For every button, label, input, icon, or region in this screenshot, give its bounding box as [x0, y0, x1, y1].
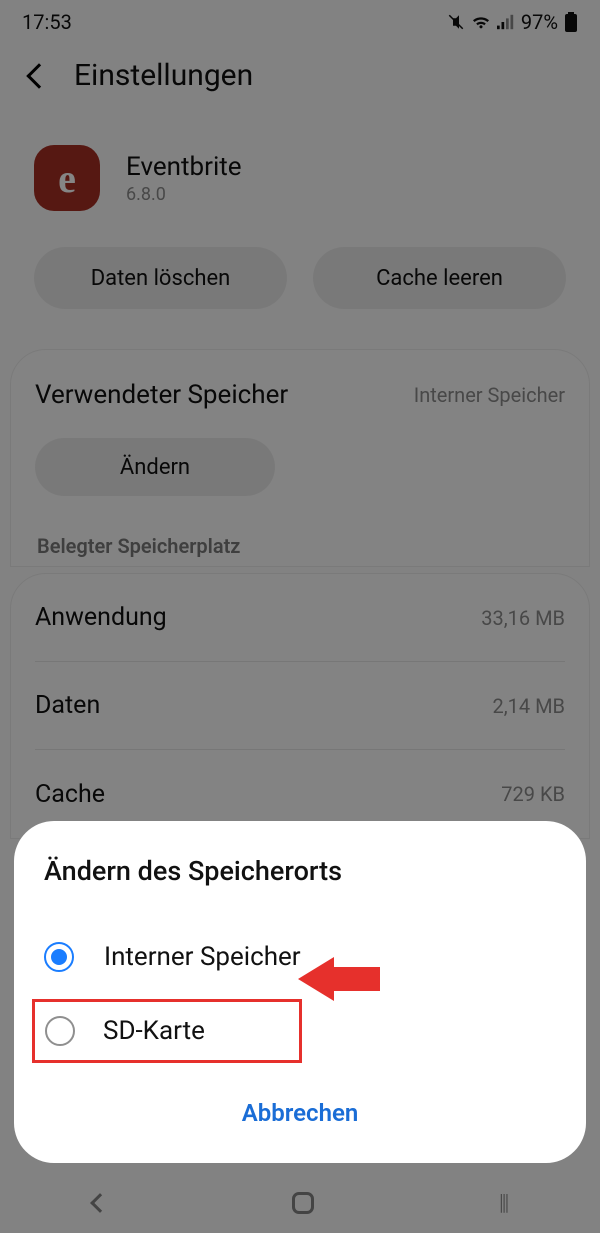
home-icon	[292, 1192, 314, 1214]
chevron-left-icon	[90, 1193, 110, 1213]
navigation-bar: |||	[0, 1173, 600, 1233]
nav-back-button[interactable]	[79, 1182, 121, 1224]
nav-home-button[interactable]	[278, 1178, 328, 1228]
cancel-label: Abbrechen	[242, 1099, 359, 1127]
radio-option-sdcard[interactable]: SD-Karte	[32, 999, 302, 1063]
recent-icon: |||	[499, 1191, 508, 1216]
radio-label: SD-Karte	[103, 1016, 205, 1046]
screen: 17:53 97% Einstellungen e	[0, 0, 600, 1233]
nav-recent-button[interactable]: |||	[485, 1177, 522, 1230]
radio-icon	[44, 942, 74, 972]
radio-label: Interner Speicher	[104, 942, 301, 972]
annotation-arrow-icon	[298, 957, 380, 1001]
cancel-button[interactable]: Abbrechen	[44, 1069, 556, 1149]
dialog-title: Ändern des Speicherorts	[44, 855, 556, 887]
radio-icon	[45, 1016, 75, 1046]
